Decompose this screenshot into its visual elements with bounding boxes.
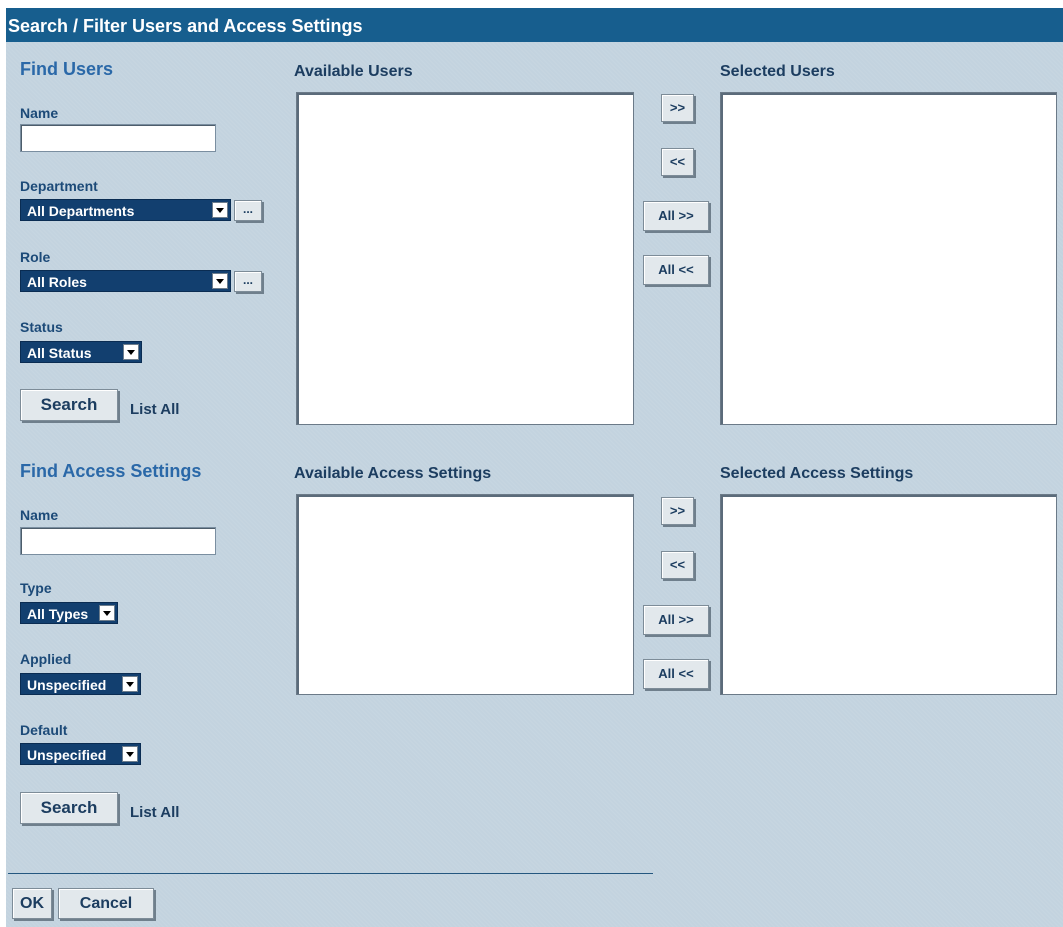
dialog-window: Search / Filter Users and Access Setting… [6, 8, 1063, 927]
access-search-button[interactable]: Search [20, 792, 118, 824]
chevron-down-icon[interactable] [212, 202, 228, 218]
default-label: Default [20, 722, 68, 738]
add-all-access-settings-button[interactable]: All >> [643, 605, 709, 635]
department-browse-button[interactable]: ... [234, 200, 262, 221]
remove-all-users-button[interactable]: All << [643, 255, 709, 285]
role-browse-button[interactable]: ... [234, 271, 262, 292]
ok-button[interactable]: OK [12, 888, 52, 919]
chevron-down-icon[interactable] [122, 746, 138, 762]
role-select[interactable]: All Roles [20, 270, 231, 292]
remove-user-button[interactable]: << [661, 148, 694, 176]
type-select-value: All Types [27, 606, 89, 622]
status-select-value: All Status [27, 345, 92, 361]
add-all-users-button[interactable]: All >> [643, 201, 709, 231]
chevron-down-icon[interactable] [123, 344, 139, 360]
status-label: Status [20, 319, 63, 335]
remove-all-access-settings-button[interactable]: All << [643, 659, 709, 689]
remove-access-setting-button[interactable]: << [661, 551, 694, 579]
applied-label: Applied [20, 651, 72, 667]
find-users-title: Find Users [20, 59, 114, 79]
default-select[interactable]: Unspecified [20, 743, 141, 765]
type-label: Type [20, 580, 52, 596]
selected-access-settings-title: Selected Access Settings [720, 465, 914, 482]
applied-select[interactable]: Unspecified [20, 673, 141, 695]
available-access-settings-title: Available Access Settings [294, 465, 492, 482]
available-access-settings-list[interactable] [296, 494, 634, 695]
add-access-setting-button[interactable]: >> [661, 497, 694, 525]
access-name-label: Name [20, 507, 59, 523]
department-select-value: All Departments [27, 203, 135, 219]
role-label: Role [20, 249, 51, 265]
add-user-button[interactable]: >> [661, 94, 694, 122]
selected-users-title: Selected Users [720, 63, 835, 80]
selected-users-list[interactable] [720, 92, 1057, 425]
cancel-button[interactable]: Cancel [58, 888, 154, 919]
user-name-input[interactable] [20, 124, 216, 152]
default-select-value: Unspecified [27, 747, 107, 763]
access-name-input[interactable] [20, 527, 216, 555]
footer-divider [8, 873, 653, 874]
users-search-button[interactable]: Search [20, 389, 118, 421]
window-title: Search / Filter Users and Access Setting… [6, 8, 1063, 42]
role-select-value: All Roles [27, 274, 87, 290]
chevron-down-icon[interactable] [122, 676, 138, 692]
type-select[interactable]: All Types [20, 602, 118, 624]
find-access-settings-title: Find Access Settings [20, 461, 202, 481]
available-users-list[interactable] [296, 92, 634, 425]
selected-access-settings-list[interactable] [720, 494, 1057, 695]
department-select[interactable]: All Departments [20, 199, 231, 221]
available-users-title: Available Users [294, 63, 413, 80]
applied-select-value: Unspecified [27, 677, 107, 693]
user-name-label: Name [20, 105, 59, 121]
chevron-down-icon[interactable] [99, 605, 115, 621]
department-label: Department [20, 178, 98, 194]
users-list-all-link[interactable]: List All [130, 401, 179, 418]
access-list-all-link[interactable]: List All [130, 804, 179, 821]
chevron-down-icon[interactable] [212, 273, 228, 289]
status-select[interactable]: All Status [20, 341, 142, 363]
